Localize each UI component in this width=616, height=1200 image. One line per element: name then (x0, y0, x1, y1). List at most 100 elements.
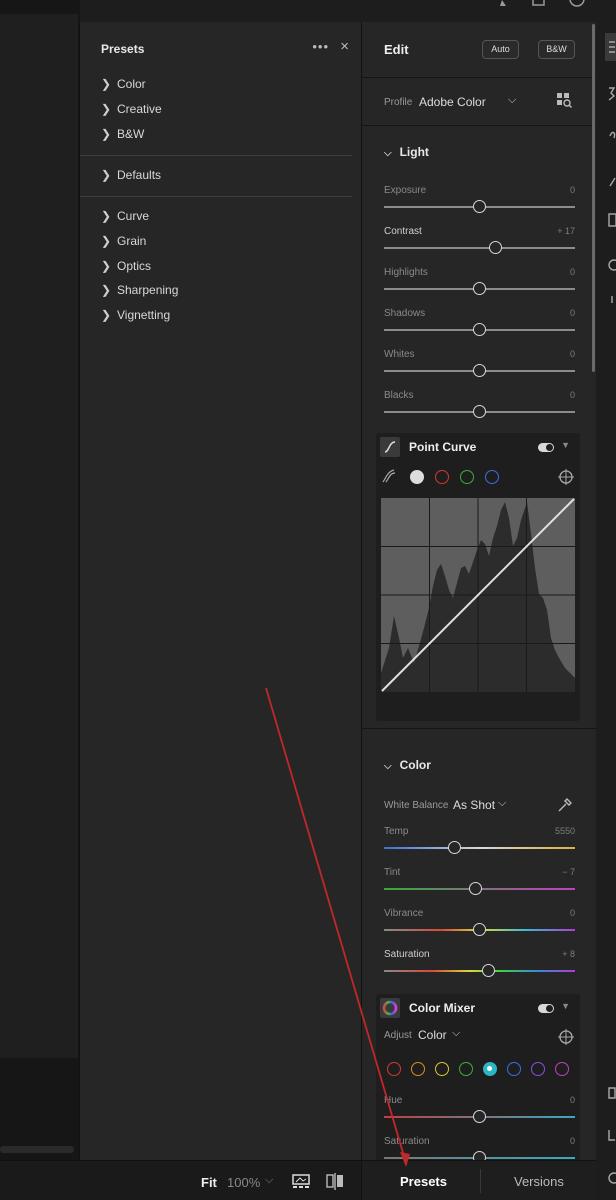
slider-blacks[interactable]: Blacks 0 (384, 390, 575, 420)
slider-value[interactable]: 0 (570, 267, 575, 277)
slider-thumb[interactable] (448, 841, 462, 854)
color-swatch-0[interactable] (387, 1062, 401, 1076)
preset-item-vignetting[interactable]: ❯ Vignetting (80, 303, 362, 328)
slider-thumb[interactable] (473, 405, 486, 418)
color-swatch-5[interactable] (507, 1062, 521, 1076)
slider-track[interactable] (384, 847, 575, 849)
slider-value[interactable]: + 8 (562, 949, 575, 959)
target-adjustment-icon[interactable] (558, 1029, 574, 1045)
slider-thumb[interactable] (489, 241, 503, 254)
slider-saturation[interactable]: Saturation 0 (384, 1136, 575, 1160)
preset-item-optics[interactable]: ❯ Optics (80, 254, 362, 279)
comments-icon (608, 1130, 615, 1141)
slider-temp[interactable]: Temp 5550 (384, 826, 575, 856)
slider-thumb[interactable] (473, 923, 486, 936)
slider-thumb[interactable] (473, 1151, 486, 1160)
color-swatch-1[interactable] (411, 1062, 425, 1076)
slider-value[interactable]: − 7 (562, 867, 575, 877)
color-swatch-3[interactable] (459, 1062, 473, 1076)
caret-down-icon[interactable]: ▼ (561, 1001, 570, 1011)
eyedropper-icon[interactable] (556, 796, 574, 814)
bw-button[interactable]: B&W (538, 40, 575, 59)
channel-red-icon[interactable] (435, 470, 449, 484)
auto-button[interactable]: Auto (482, 40, 519, 59)
slider-value[interactable]: 0 (570, 185, 575, 195)
white-balance-selector[interactable]: White Balance As Shot ⌵ (384, 797, 507, 814)
filmstrip-icon[interactable] (291, 1173, 311, 1189)
slider-thumb[interactable] (481, 964, 495, 977)
slider-track[interactable] (384, 247, 575, 249)
color-swatch-4[interactable] (483, 1062, 497, 1076)
profile-value: Adobe Color (419, 95, 486, 109)
photo-canvas[interactable] (0, 0, 80, 1160)
color-section-header[interactable]: ⌵ Color (384, 758, 431, 772)
slider-track[interactable] (384, 970, 575, 972)
slider-thumb[interactable] (469, 882, 483, 895)
chevron-down-icon[interactable]: ⌵ (265, 1174, 273, 1187)
slider-value[interactable]: 0 (570, 1136, 575, 1146)
divider (362, 77, 596, 78)
close-icon[interactable]: × (340, 38, 349, 55)
profile-selector[interactable]: Profile Adobe Color ⌵ (384, 94, 584, 112)
target-adjustment-icon[interactable] (558, 469, 574, 485)
slider-whites[interactable]: Whites 0 (384, 349, 575, 379)
tool-icons[interactable] (596, 0, 616, 1200)
color-swatch-7[interactable] (555, 1062, 569, 1076)
slider-saturation[interactable]: Saturation + 8 (384, 949, 575, 979)
preset-item-color[interactable]: ❯ Color (80, 72, 362, 97)
app-window: Presets ••• × ❯ Color ❯ Creative ❯ B&W ❯ Def… (0, 0, 616, 1200)
channel-green-icon[interactable] (460, 470, 474, 484)
adjust-selector[interactable]: Adjust Color ⌵ (384, 1027, 484, 1044)
channel-rgb-icon[interactable] (410, 470, 424, 484)
slider-highlights[interactable]: Highlights 0 (384, 267, 575, 297)
slider-value[interactable]: + 17 (557, 226, 575, 236)
slider-thumb[interactable] (473, 200, 486, 213)
point-curve-toggle[interactable] (538, 443, 554, 452)
caret-down-icon[interactable]: ▼ (561, 440, 570, 450)
compare-icon[interactable] (326, 1173, 344, 1191)
chevron-down-icon: ⌵ (498, 797, 507, 809)
tab-presets[interactable]: Presets (400, 1174, 447, 1189)
slider-vibrance[interactable]: Vibrance 0 (384, 908, 575, 938)
light-section-header[interactable]: ⌵ Light (384, 145, 429, 159)
fit-button[interactable]: Fit (201, 1175, 217, 1190)
slider-shadows[interactable]: Shadows 0 (384, 308, 575, 338)
preset-item-curve[interactable]: ❯ Curve (80, 204, 362, 229)
chevron-down-icon: ⌵ (384, 761, 392, 772)
preset-item-defaults[interactable]: ❯ Defaults (80, 163, 362, 188)
profile-browser-icon[interactable] (556, 92, 572, 108)
slider-label: Tint (384, 867, 401, 878)
window-icon (532, 0, 545, 6)
slider-thumb[interactable] (473, 364, 486, 377)
tab-versions[interactable]: Versions (514, 1174, 564, 1189)
color-swatch-2[interactable] (435, 1062, 449, 1076)
slider-value[interactable]: 0 (570, 390, 575, 400)
parametric-curve-icon[interactable] (381, 468, 397, 484)
slider-value[interactable]: 0 (570, 349, 575, 359)
zoom-level[interactable]: 100% (227, 1175, 260, 1190)
slider-label: Whites (384, 349, 415, 360)
slider-value[interactable]: 0 (570, 1095, 575, 1105)
more-options-icon[interactable]: ••• (312, 39, 329, 54)
color-swatch-6[interactable] (531, 1062, 545, 1076)
preset-item-sharpening[interactable]: ❯ Sharpening (80, 278, 362, 303)
slider-contrast[interactable]: Contrast + 17 (384, 226, 575, 256)
filmstrip-scrollbar[interactable] (0, 1146, 74, 1153)
point-curve-graph[interactable] (381, 498, 575, 692)
preset-item-grain[interactable]: ❯ Grain (80, 229, 362, 254)
color-mixer-toggle[interactable] (538, 1004, 554, 1013)
slider-value[interactable]: 0 (570, 908, 575, 918)
slider-value[interactable]: 0 (570, 308, 575, 318)
slider-exposure[interactable]: Exposure 0 (384, 185, 575, 215)
preset-item-creative[interactable]: ❯ Creative (80, 97, 362, 122)
chevron-right-icon: ❯ (101, 126, 112, 141)
slider-value[interactable]: 5550 (555, 826, 575, 836)
slider-thumb[interactable] (473, 1110, 486, 1123)
edit-panel-scrollbar[interactable] (592, 24, 595, 372)
slider-thumb[interactable] (473, 323, 486, 336)
slider-tint[interactable]: Tint − 7 (384, 867, 575, 897)
slider-thumb[interactable] (473, 282, 486, 295)
slider-hue[interactable]: Hue 0 (384, 1095, 575, 1125)
preset-item-bw[interactable]: ❯ B&W (80, 122, 362, 147)
channel-blue-icon[interactable] (485, 470, 499, 484)
